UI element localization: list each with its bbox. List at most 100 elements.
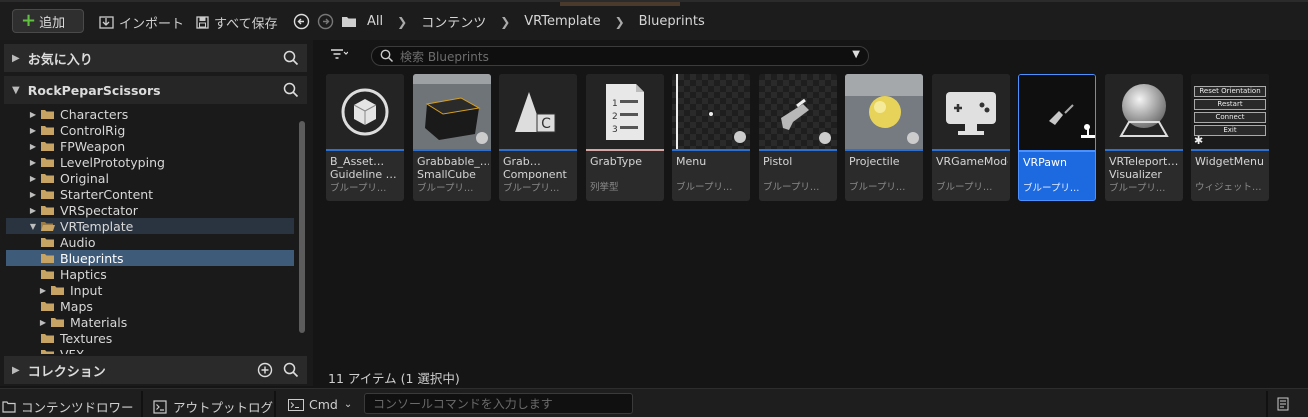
asset-thumbnail: 1 2 3 — [586, 74, 664, 149]
asset-type-bar — [845, 149, 923, 151]
folder-icon — [41, 238, 54, 247]
asset-thumbnail — [759, 74, 837, 149]
caret-right-icon[interactable]: ▶ — [28, 190, 38, 199]
tree-folder-item[interactable]: Textures — [6, 330, 294, 346]
caret-right-icon[interactable]: ▶ — [28, 206, 38, 215]
asset-type-bar — [586, 149, 664, 151]
folder-icon — [41, 350, 54, 354]
asset-type-label: ブループリ… — [1023, 183, 1080, 194]
status-bar: コンテンツドロワー アウトプットログ Cmd ⌄ コンソールコマンドを入力します — [0, 388, 1308, 417]
caret-right-icon[interactable]: ▶ — [38, 318, 48, 327]
asset-type-label: ブループリ… — [849, 182, 906, 193]
crumb-content[interactable]: コンテンツ — [421, 12, 486, 31]
folder-open-icon — [41, 222, 55, 231]
forward-arrow-icon[interactable] — [317, 13, 334, 30]
tree-folder-item[interactable]: Blueprints — [6, 250, 294, 266]
search-icon[interactable] — [283, 362, 299, 378]
console-input[interactable]: コンソールコマンドを入力します — [364, 393, 633, 414]
tree-folder-item[interactable]: ▶ Materials — [6, 314, 294, 330]
tree-folder-item[interactable]: ▶ VRSpectator — [6, 202, 294, 218]
asset-tile[interactable]: Projectile ブループリ… — [845, 74, 923, 201]
caret-right-icon: ▶ — [12, 52, 20, 64]
derived-data-icon[interactable] — [1277, 397, 1291, 411]
filter-icon[interactable] — [330, 48, 348, 62]
tree-folder-item[interactable]: ▶ Input — [6, 282, 294, 298]
search-icon[interactable] — [283, 82, 299, 98]
add-button[interactable]: + 追加 — [12, 9, 84, 33]
folder-icon — [41, 110, 54, 119]
search-icon[interactable] — [283, 50, 299, 66]
folder-icon — [41, 126, 54, 135]
drawer-icon — [2, 401, 16, 413]
crumb-all[interactable]: All — [367, 14, 383, 29]
asset-thumbnail: C — [499, 74, 577, 149]
asset-tile[interactable]: Grabbable_… SmallCube ブループリ… — [413, 74, 491, 201]
import-button[interactable]: インポート — [99, 13, 184, 32]
collections-header[interactable]: ▶ コレクション — [4, 356, 307, 384]
tree-folder-label: VFX — [60, 346, 85, 355]
tree-folder-item[interactable]: ▶ FPWeapon — [6, 138, 294, 154]
asset-tile[interactable]: B_Asset… Guideline … ブループリ… — [326, 74, 404, 201]
asset-tile[interactable]: C Grab… Component ブループリ… — [499, 74, 577, 201]
asset-tile[interactable]: Pistol ブループリ… — [759, 74, 837, 201]
asset-type-bar — [1105, 149, 1183, 151]
component-icon: C — [515, 92, 556, 133]
folder-icon — [41, 254, 54, 263]
caret-right-icon[interactable]: ▶ — [38, 286, 48, 295]
tree-folder-item[interactable]: ▶ LevelPrototyping — [6, 154, 294, 170]
asset-name: B_Asset… Guideline … — [330, 155, 402, 181]
cmd-dropdown[interactable]: Cmd ⌄ — [288, 397, 352, 412]
asset-tile[interactable]: VRTeleport… Visualizer ブループリ… — [1105, 74, 1183, 201]
tree-scrollbar[interactable] — [299, 121, 305, 333]
asset-tile[interactable]: 1 2 3 GrabType 列挙型 — [586, 74, 664, 201]
favorites-header[interactable]: ▶ お気に入り — [4, 44, 307, 72]
tree-folder-item[interactable]: Haptics — [6, 266, 294, 282]
caret-right-icon[interactable]: ▶ — [28, 174, 38, 183]
save-all-button[interactable]: すべて保存 — [196, 13, 278, 32]
asset-tile[interactable]: VRPawn ブループリ… — [1018, 74, 1096, 201]
asset-name-line1: GrabType — [590, 155, 643, 168]
caret-right-icon[interactable]: ▶ — [28, 142, 38, 151]
asset-tile[interactable]: Reset Orientation Restart Connect Exit ✱ Widg… — [1191, 74, 1269, 201]
asset-type-label: ウィジェット… — [1195, 182, 1262, 193]
caret-right-icon[interactable]: ▶ — [28, 126, 38, 135]
asset-name: Menu — [676, 155, 748, 168]
tree-folder-item[interactable]: ▶ Original — [6, 170, 294, 186]
favorites-label: お気に入り — [27, 52, 93, 68]
tree-folder-label: Materials — [70, 314, 128, 330]
tree-folder-label: ControlRig — [60, 122, 126, 138]
widget-preview-button: Connect — [1194, 112, 1266, 123]
tree-folder-item[interactable]: VFX — [6, 346, 294, 354]
asset-search-input[interactable]: 検索 Blueprints ▼ — [371, 46, 869, 66]
svg-text:1: 1 — [612, 99, 618, 109]
back-arrow-icon[interactable] — [293, 13, 310, 30]
crumb-vrtemplate[interactable]: VRTemplate — [524, 14, 600, 29]
asset-type-bar — [499, 149, 577, 151]
add-collection-icon[interactable] — [257, 362, 273, 378]
tree-folder-item[interactable]: ▶ StarterContent — [6, 186, 294, 202]
tree-folder-item[interactable]: ▶ ControlRig — [6, 122, 294, 138]
tree-folder-item[interactable]: Maps — [6, 298, 294, 314]
chevron-right-icon: ❯ — [614, 14, 625, 29]
widget-preview-button: Exit — [1194, 125, 1266, 136]
caret-right-icon[interactable]: ▶ — [28, 110, 38, 119]
widget-star-icon: ✱ — [1194, 134, 1204, 147]
asset-tile[interactable]: VRGameMode ブループリ… — [932, 74, 1010, 201]
tree-folder-item[interactable]: ▼ VRTemplate — [6, 218, 294, 234]
content-drawer-button[interactable]: コンテンツドロワー — [2, 397, 134, 416]
tree-folder-item[interactable]: Audio — [6, 234, 294, 250]
asset-thumbnail — [845, 74, 923, 149]
asset-name-line1: VRPawn — [1023, 156, 1068, 169]
chevron-down-icon[interactable]: ▼ — [852, 49, 860, 60]
asset-tile[interactable]: Menu ブループリ… — [672, 74, 750, 201]
caret-down-icon: ▼ — [12, 84, 20, 96]
tree-folder-item[interactable]: ▶ Characters — [6, 106, 294, 122]
output-log-button[interactable]: アウトプットログ — [153, 397, 273, 416]
divider — [141, 391, 143, 417]
crumb-blueprints[interactable]: Blueprints — [639, 14, 705, 29]
asset-type-bar — [326, 149, 404, 151]
caret-right-icon[interactable]: ▶ — [28, 158, 38, 167]
caret-down-icon[interactable]: ▼ — [28, 222, 38, 231]
project-header[interactable]: ▼ RockPeparScissors — [4, 76, 307, 104]
asset-type-bar — [1191, 149, 1269, 151]
